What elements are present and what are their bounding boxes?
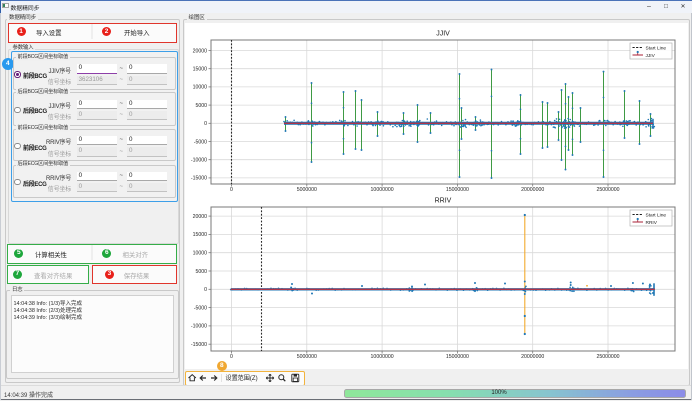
svg-text:-5000: -5000: [194, 305, 207, 311]
svg-text:20000000: 20000000: [521, 354, 544, 360]
svg-text:25000000: 25000000: [596, 187, 619, 193]
svg-text:0: 0: [204, 121, 207, 127]
svg-text:15000000: 15000000: [446, 354, 469, 360]
svg-text:Start Line: Start Line: [646, 46, 667, 52]
svg-text:10000000: 10000000: [371, 187, 394, 193]
svg-text:-10000: -10000: [191, 158, 207, 164]
svg-text:10000: 10000: [193, 251, 208, 257]
svg-text:0: 0: [230, 354, 233, 360]
svg-text:15000000: 15000000: [446, 187, 469, 193]
svg-text:25000000: 25000000: [596, 354, 619, 360]
svg-text:20000: 20000: [193, 48, 208, 54]
svg-text:-10000: -10000: [191, 324, 207, 330]
svg-text:JJIV: JJIV: [436, 31, 450, 38]
svg-text:20000000: 20000000: [521, 187, 544, 193]
svg-text:JJIV: JJIV: [646, 53, 656, 59]
svg-text:5000: 5000: [195, 103, 207, 109]
svg-text:RRIV: RRIV: [435, 198, 452, 205]
svg-text:15000: 15000: [193, 67, 208, 73]
svg-text:Start Line: Start Line: [646, 213, 667, 219]
svg-text:0: 0: [230, 187, 233, 193]
svg-text:5000: 5000: [195, 269, 207, 275]
svg-text:20000: 20000: [193, 214, 208, 220]
svg-text:-5000: -5000: [194, 139, 207, 145]
svg-text:5000000: 5000000: [297, 187, 317, 193]
svg-text:5000000: 5000000: [297, 354, 317, 360]
svg-text:-15000: -15000: [191, 176, 207, 182]
svg-text:设置范围(Z): 设置范围(Z): [226, 374, 258, 382]
svg-text:RRIV: RRIV: [646, 220, 658, 226]
svg-text:10000000: 10000000: [371, 354, 394, 360]
svg-text:10000: 10000: [193, 85, 208, 91]
svg-text:0: 0: [204, 287, 207, 293]
svg-text:-15000: -15000: [191, 342, 207, 348]
svg-text:15000: 15000: [193, 232, 208, 238]
